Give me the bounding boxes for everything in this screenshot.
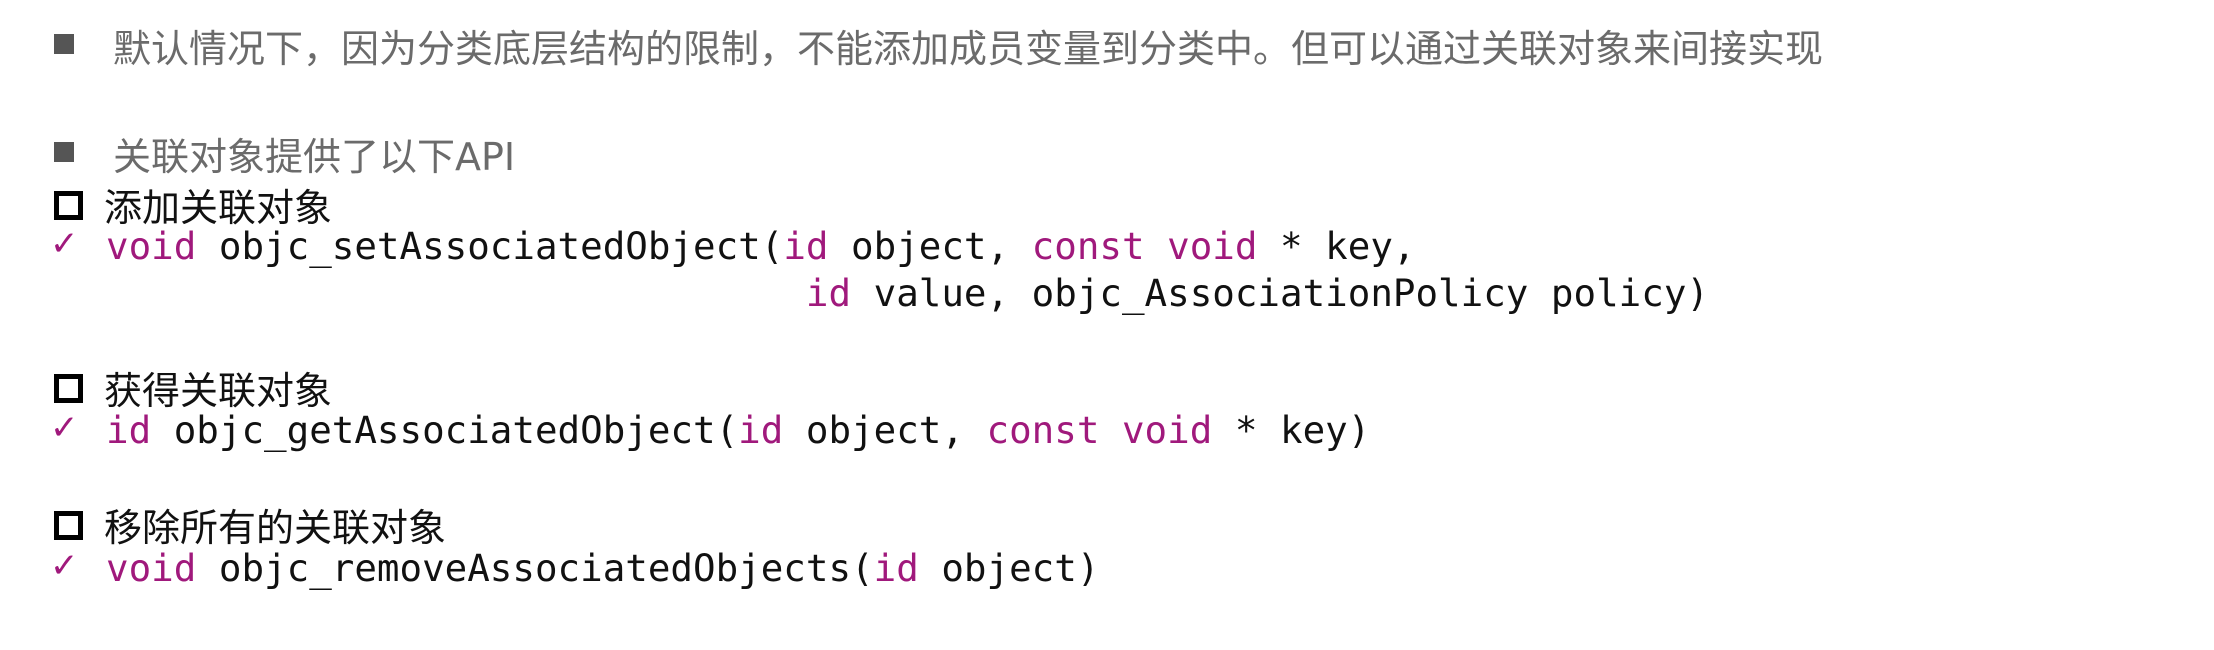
code-token: * key) bbox=[1212, 408, 1371, 452]
hollow-square-bullet-icon bbox=[54, 374, 83, 403]
code-keyword: const bbox=[1031, 224, 1145, 268]
code-keyword: void bbox=[106, 546, 197, 590]
code-line: void objc_setAssociatedObject(id object,… bbox=[106, 224, 1416, 268]
code-keyword: const bbox=[986, 408, 1100, 452]
hollow-square-bullet-icon bbox=[54, 511, 83, 540]
code-token: object, bbox=[783, 408, 987, 452]
filled-square-bullet-icon bbox=[54, 34, 74, 54]
code-line: id value, objc_AssociationPolicy policy) bbox=[106, 271, 1709, 315]
checkmark-icon: ✓ bbox=[50, 408, 79, 448]
code-token: objc_setAssociatedObject( bbox=[196, 224, 784, 268]
code-token: objc_removeAssociatedObjects( bbox=[196, 546, 874, 590]
code-token: * key, bbox=[1257, 224, 1416, 268]
intro-text: 默认情况下，因为分类底层结构的限制，不能添加成员变量到分类中。但可以通过关联对象… bbox=[113, 27, 1824, 71]
api-intro-text: 关联对象提供了以下API bbox=[113, 135, 516, 179]
checkmark-icon: ✓ bbox=[50, 546, 79, 586]
checkmark-icon: ✓ bbox=[50, 224, 79, 264]
section-heading-get: 获得关联对象 bbox=[104, 369, 333, 413]
code-token: value, objc_AssociationPolicy policy) bbox=[851, 271, 1709, 315]
code-line: void objc_removeAssociatedObjects(id obj… bbox=[106, 546, 1099, 590]
code-keyword: id bbox=[106, 408, 152, 452]
section-heading-remove: 移除所有的关联对象 bbox=[104, 506, 447, 550]
code-keyword: void bbox=[1167, 224, 1258, 268]
code-keyword: id bbox=[805, 271, 852, 315]
code-token: object, bbox=[828, 224, 1032, 268]
code-keyword: id bbox=[783, 224, 829, 268]
code-keyword: void bbox=[1121, 408, 1213, 452]
code-token: object) bbox=[918, 546, 1100, 590]
code-line: id objc_getAssociatedObject(id object, c… bbox=[106, 408, 1370, 452]
code-keyword: void bbox=[106, 224, 197, 268]
hollow-square-bullet-icon bbox=[54, 191, 83, 220]
code-keyword: id bbox=[738, 408, 784, 452]
code-token: objc_getAssociatedObject( bbox=[151, 408, 739, 452]
filled-square-bullet-icon bbox=[54, 142, 74, 162]
code-keyword: id bbox=[873, 546, 919, 590]
